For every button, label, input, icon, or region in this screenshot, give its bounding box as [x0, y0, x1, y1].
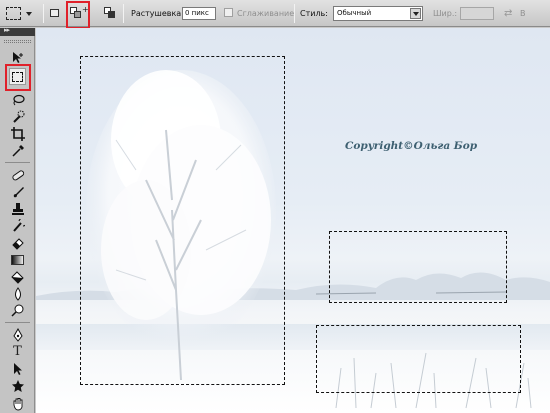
eyedropper-icon: [11, 144, 24, 157]
divider: [294, 4, 295, 23]
divider: [43, 4, 44, 23]
collapse-icon: ▸▸: [4, 26, 10, 34]
bandage-icon: [11, 169, 24, 180]
spot-healing-tool[interactable]: [9, 166, 26, 183]
brush-tool[interactable]: [9, 183, 26, 200]
new-selection-icon: [50, 9, 59, 17]
rectangular-marquee-icon: [6, 7, 21, 20]
divider: [123, 4, 124, 23]
antialias-checkbox[interactable]: [224, 8, 233, 17]
crop-icon: [10, 126, 25, 141]
antialias-label: Сглаживание: [237, 9, 295, 18]
gradient-tool[interactable]: [9, 251, 26, 268]
type-tool[interactable]: T: [9, 343, 26, 360]
gradient-icon: [11, 254, 24, 265]
selection-marquee-grass[interactable]: [316, 325, 521, 393]
paint-bucket-tool[interactable]: [9, 268, 26, 285]
options-bar: + Растушевка: 0 пикс Сглаживание Стиль: …: [0, 0, 550, 29]
feather-input[interactable]: 0 пикс: [182, 7, 216, 20]
blur-tool[interactable]: [9, 285, 26, 302]
eraser-tool[interactable]: [9, 234, 26, 251]
history-brush-icon: [12, 218, 25, 232]
pen-tool[interactable]: [9, 326, 26, 343]
selection-marquee-tree[interactable]: [80, 56, 285, 385]
pen-icon: [12, 327, 23, 342]
crop-tool[interactable]: [9, 125, 26, 142]
dodge-tool[interactable]: [9, 302, 26, 319]
new-selection-button[interactable]: [49, 7, 61, 19]
paint-bucket-icon: [10, 270, 24, 284]
swap-icon[interactable]: ⇄: [504, 0, 512, 27]
style-select[interactable]: Обычный: [333, 6, 423, 21]
toolbox-grip[interactable]: [4, 40, 31, 43]
divider: [5, 322, 30, 323]
toolbox: ▸▸ T: [0, 26, 35, 413]
path-selection-icon: [13, 362, 22, 375]
chevron-down-icon: [410, 8, 421, 19]
lasso-icon: [12, 94, 25, 105]
droplet-icon: [14, 286, 21, 301]
lasso-tool[interactable]: [9, 91, 26, 108]
copyright-watermark: Copyright©Ольга Бор: [345, 140, 478, 152]
height-label: В: [520, 9, 526, 18]
eyedropper-tool[interactable]: [9, 142, 26, 159]
hand-tool[interactable]: [9, 395, 26, 412]
style-select-value: Обычный: [337, 9, 372, 17]
eraser-icon: [11, 237, 24, 250]
custom-shape-tool[interactable]: [9, 377, 26, 394]
stamp-icon: [11, 202, 24, 215]
tool-preset-picker[interactable]: [3, 0, 39, 27]
clone-stamp-tool[interactable]: [9, 200, 26, 217]
history-brush-tool[interactable]: [9, 217, 26, 234]
highlight-frame-mode: [66, 1, 90, 29]
intersect-selection-button[interactable]: [104, 7, 116, 19]
highlight-frame-tool: [5, 64, 31, 91]
toolbox-header[interactable]: ▸▸: [0, 26, 35, 36]
hand-icon: [13, 397, 22, 410]
path-selection-tool[interactable]: [9, 360, 26, 377]
divider: [5, 162, 30, 163]
width-label: Шир.:: [433, 9, 458, 18]
width-input[interactable]: [460, 7, 494, 20]
move-icon: [12, 51, 23, 63]
brush-icon: [13, 186, 24, 197]
type-icon: T: [13, 344, 22, 359]
shape-icon: [11, 379, 24, 392]
quick-selection-icon: [12, 110, 24, 123]
chevron-down-icon: [26, 11, 32, 16]
intersect-icon-front: [108, 11, 115, 18]
quick-selection-tool[interactable]: [9, 108, 26, 125]
document-canvas[interactable]: Copyright©Ольга Бор: [36, 28, 550, 413]
dodge-icon: [10, 304, 23, 317]
feather-label: Растушевка:: [131, 9, 184, 18]
selection-marquee-treeline[interactable]: [329, 231, 507, 303]
style-label: Стиль:: [300, 9, 328, 18]
